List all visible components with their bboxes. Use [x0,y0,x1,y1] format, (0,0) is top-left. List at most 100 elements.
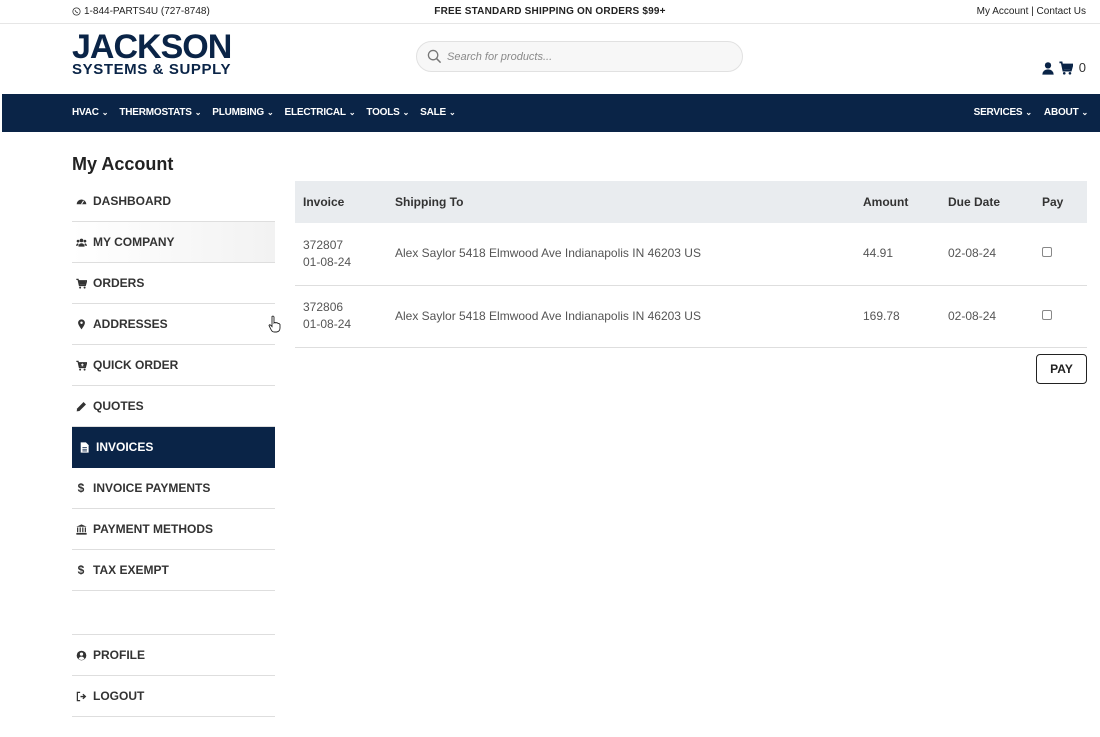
user-circle-icon [75,649,87,661]
pay-button[interactable]: PAY [1036,354,1087,384]
nav-label: TOOLS [366,107,400,118]
cart-icon[interactable] [1059,60,1073,75]
sidebar-item-quotes[interactable]: QUOTES [72,386,275,427]
chevron-down-icon: ⌄ [101,108,109,117]
nav-label: ELECTRICAL [284,107,347,118]
bank-icon [75,523,87,535]
phone-link[interactable]: 1-844-PARTS4U (727-8748) [72,6,210,17]
sidebar-item-logout[interactable]: LOGOUT [72,676,275,717]
user-icon[interactable] [1041,61,1055,75]
account-sidebar: DASHBOARD MY COMPANY ORDERS ADDRESSES QU… [72,181,275,591]
pay-checkbox[interactable] [1042,247,1052,258]
users-icon [75,236,87,248]
pencil-icon [75,400,87,412]
nav-item-services[interactable]: SERVICES ⌄ [974,107,1032,118]
sidebar-item-invoice-payments[interactable]: $ INVOICE PAYMENTS [72,468,275,509]
table-row: 372807 01-08-24 Alex Saylor 5418 Elmwood… [295,223,1087,286]
sidebar-item-dashboard[interactable]: DASHBOARD [72,181,275,222]
pay-cell [1034,223,1087,286]
invoice-table: Invoice Shipping To Amount Due Date Pay … [295,181,1087,348]
nav-item-thermostats[interactable]: THERMOSTATS ⌄ [119,107,201,118]
sidebar-item-payment-methods[interactable]: PAYMENT METHODS [72,509,275,550]
column-header-pay: Pay [1034,181,1087,223]
nav-label: THERMOSTATS [119,107,192,118]
nav-item-tools[interactable]: TOOLS ⌄ [366,107,409,118]
dollar-icon: $ [77,563,85,577]
site-logo[interactable]: JACKSON SYSTEMS & SUPPLY [72,28,232,80]
sidebar-item-label: ADDRESSES [93,317,168,331]
chevron-down-icon: ⌄ [267,108,274,117]
my-account-link[interactable]: My Account [977,6,1029,17]
column-header-invoice: Invoice [295,181,387,223]
search-icon[interactable] [427,49,442,64]
main-nav: HVAC ⌄ THERMOSTATS ⌄ PLUMBING ⌄ ELECTRICAL ⌄… [2,94,1100,132]
sidebar-item-profile[interactable]: PROFILE [72,635,275,676]
sidebar-item-orders[interactable]: ORDERS [72,263,275,304]
invoice-date: 01-08-24 [303,317,352,331]
nav-item-hvac[interactable]: HVAC ⌄ [72,107,108,118]
logo-title: JACKSON [72,28,232,66]
nav-item-electrical[interactable]: ELECTRICAL ⌄ [285,107,356,118]
chevron-down-icon: ⌄ [348,108,356,117]
sidebar-item-my-company[interactable]: MY COMPANY [72,222,275,263]
sidebar-item-addresses[interactable]: ADDRESSES [72,304,275,345]
sidebar-item-label: QUOTES [93,399,144,413]
column-header-shipping-to: Shipping To [387,181,855,223]
sidebar-item-label: ORDERS [93,276,145,290]
file-icon [78,441,90,453]
nav-label: SERVICES [973,107,1023,118]
dollar-icon: $ [77,481,85,495]
chevron-down-icon: ⌄ [449,108,456,117]
sidebar-item-label: INVOICE PAYMENTS [93,481,211,495]
chevron-down-icon: ⌄ [1081,108,1088,117]
cart-count: 0 [1078,60,1086,75]
nav-item-about[interactable]: ABOUT ⌄ [1044,107,1088,118]
nav-item-sale[interactable]: SALE ⌄ [420,107,456,118]
amount-cell: 169.78 [855,285,940,348]
page-title: My Account [72,154,174,174]
sidebar-item-quick-order[interactable]: QUICK ORDER [72,345,275,386]
contact-us-link[interactable]: Contact Us [1037,6,1086,17]
sidebar-item-label: PAYMENT METHODS [93,522,214,536]
nav-label: HVAC [72,107,99,118]
sidebar-item-label: INVOICES [96,440,154,454]
shipping-to-cell: Alex Saylor 5418 Elmwood Ave Indianapoli… [387,285,855,348]
sidebar-item-label: TAX EXEMPT [93,563,169,577]
top-utility-bar: 1-844-PARTS4U (727-8748) FREE STANDARD S… [0,0,1100,24]
column-header-amount: Amount [855,181,940,223]
invoice-number[interactable]: 372806 [303,299,387,316]
invoice-number[interactable]: 372807 [303,237,387,254]
sign-out-icon [75,690,87,702]
pay-checkbox[interactable] [1042,309,1052,320]
dashboard-icon [75,195,87,207]
table-header-row: Invoice Shipping To Amount Due Date Pay [295,181,1087,223]
map-marker-icon [75,318,87,330]
column-header-due-date: Due Date [940,181,1034,223]
hand-cursor-icon [268,315,281,333]
search-bar [416,41,743,72]
due-date-cell: 02-08-24 [940,223,1034,286]
nav-right: SERVICES ⌄ ABOUT ⌄ [974,107,1089,118]
top-links: My Account | Contact Us [977,6,1086,17]
account-sidebar-bottom: PROFILE LOGOUT [72,634,275,717]
cart-icon [75,277,87,289]
pay-cell [1034,285,1087,348]
cart-plus-icon [75,359,87,371]
nav-label: ABOUT [1043,107,1079,118]
sidebar-item-label: DASHBOARD [93,194,171,208]
invoice-date: 01-08-24 [303,254,352,269]
nav-item-plumbing[interactable]: PLUMBING ⌄ [212,107,273,118]
amount-cell: 44.91 [855,223,940,286]
header-icons: 0 [1041,60,1086,75]
due-date-cell: 02-08-24 [940,285,1034,348]
whatsapp-icon [72,7,81,16]
sidebar-item-tax-exempt[interactable]: $ TAX EXEMPT [72,550,275,591]
sidebar-item-invoices[interactable]: INVOICES [72,427,275,468]
top-link-separator: | [1028,6,1037,17]
invoice-cell: 372806 01-08-24 [295,285,387,348]
search-input[interactable] [447,46,732,68]
nav-label: SALE [420,107,447,118]
sidebar-item-label: PROFILE [93,648,146,662]
invoice-cell: 372807 01-08-24 [295,223,387,286]
chevron-down-icon: ⌄ [194,108,202,117]
